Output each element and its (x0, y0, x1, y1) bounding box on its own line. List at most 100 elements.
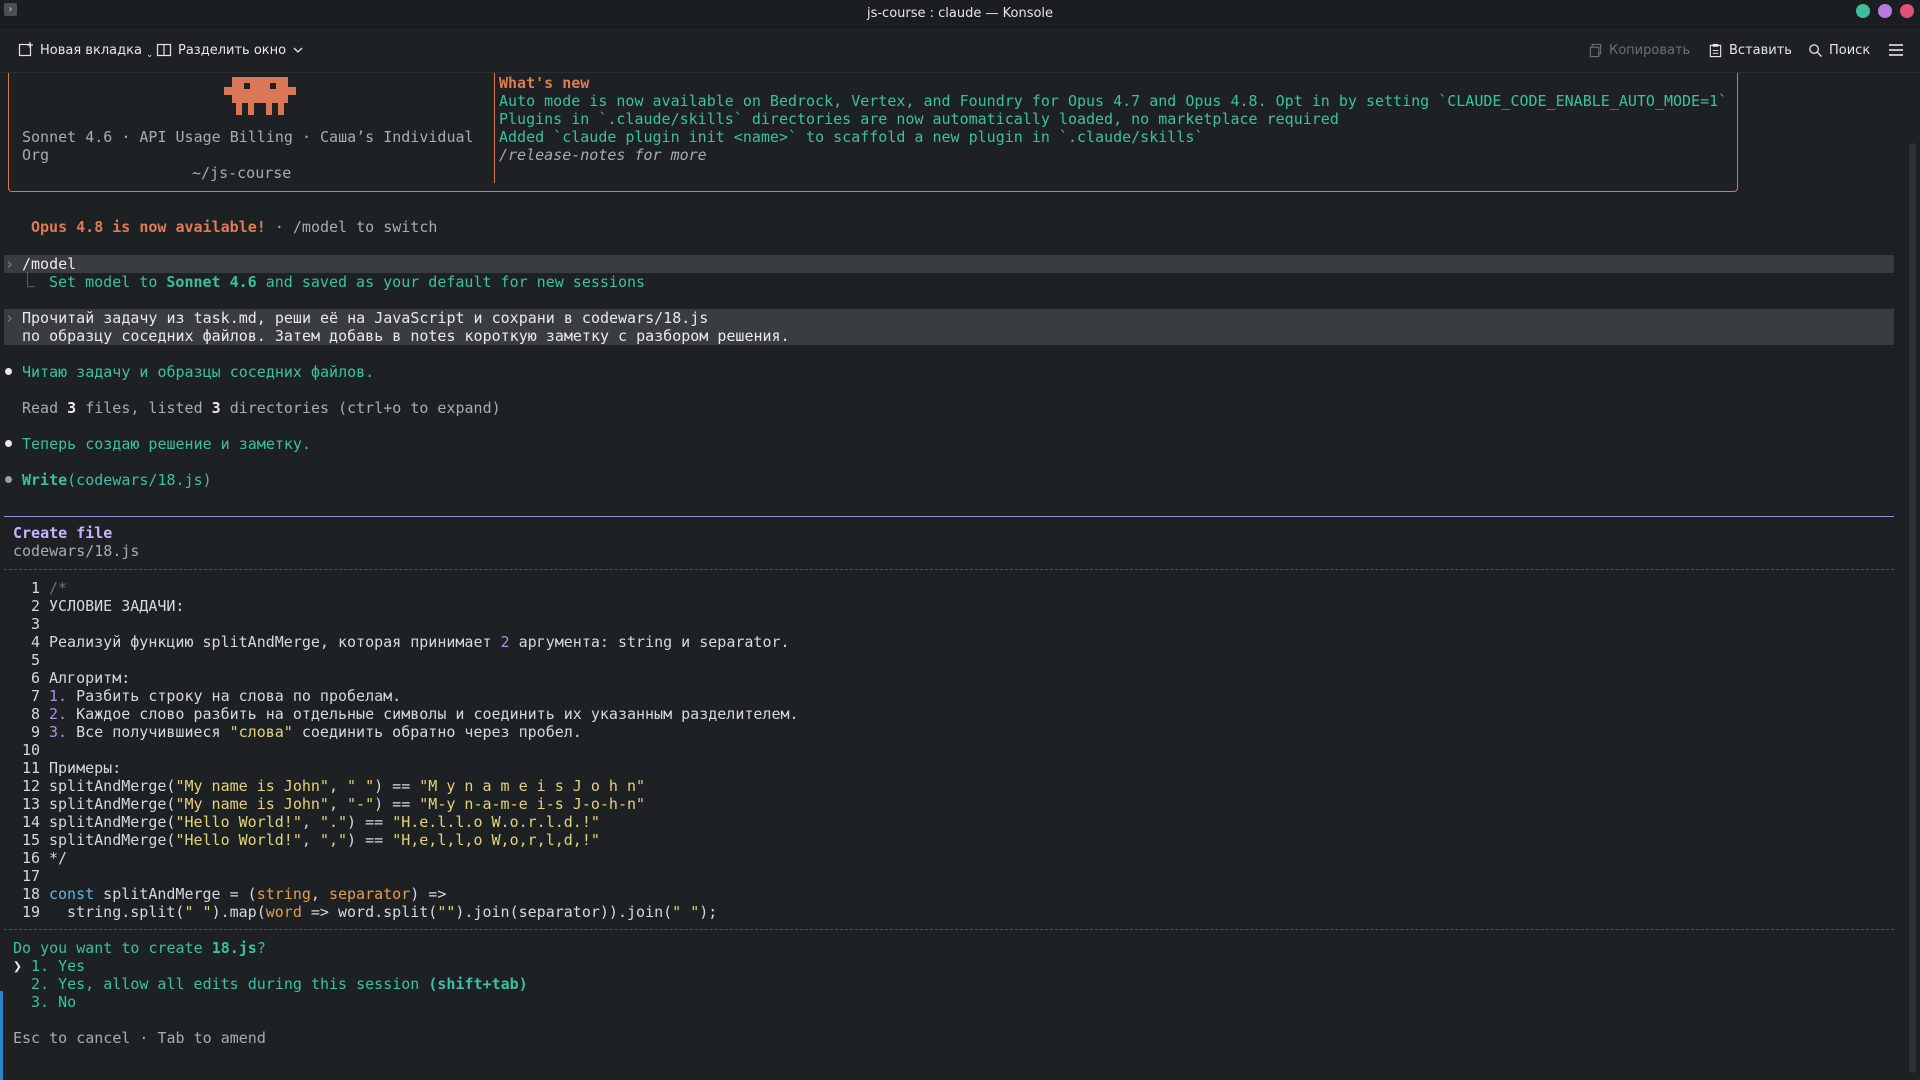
option-yes-allow-all[interactable]: 2. Yes, allow all edits during this sess… (31, 975, 528, 993)
command-highlight (4, 255, 1894, 273)
prompt-chevron-icon: › (5, 255, 15, 273)
code-text: , (310, 885, 329, 903)
tree-branch-icon: ⎿ (20, 271, 36, 289)
release-notes-hint: /release-notes for more (499, 146, 707, 164)
code-text: ).join(separator)).join( (455, 903, 673, 921)
option-label: 2. Yes, allow all edits during this sess… (31, 975, 429, 993)
model-result-prefix: Set model to (49, 273, 167, 291)
search-button[interactable]: Поиск (1808, 28, 1870, 72)
line-number: 8 (30, 705, 40, 723)
scrollbar[interactable] (1906, 73, 1920, 1080)
code-text: аргумента: string и separator. (509, 633, 790, 651)
confirm-question-text: ? (256, 939, 266, 957)
line-number: 12 (21, 777, 40, 795)
window-title: js-course : claude — Konsole (866, 6, 1054, 21)
code-string: " " (672, 903, 700, 921)
code-string: " " (184, 903, 212, 921)
code-number: 1. (49, 687, 68, 705)
paste-button[interactable]: Вставить (1708, 28, 1792, 72)
welcome-divider (494, 73, 495, 183)
code-string: "H.e.l.l.o W.o.r.l.d.!" (392, 813, 600, 831)
option-no[interactable]: 3. No (31, 993, 76, 1011)
code-number: 2 (500, 633, 510, 651)
code-text: ) == (374, 795, 420, 813)
maximize-button[interactable] (1878, 4, 1892, 18)
code-number: 2. (49, 705, 68, 723)
release-note: Added `claude plugin init <name>` to sca… (499, 128, 1204, 146)
option-shortcut: (shift+tab) (428, 975, 528, 993)
code-line: */ (49, 849, 68, 867)
model-result-name: Sonnet 4.6 (166, 273, 257, 291)
new-tab-button[interactable]: Новая вкладка ⌄ (18, 28, 153, 72)
code-line: splitAndMerge("My name is John", " ") ==… (49, 777, 645, 795)
line-number: 1 (30, 579, 40, 597)
scrollbar-thumb[interactable] (1909, 143, 1916, 1073)
code-line: string.split(" ").map(word => word.split… (49, 903, 717, 921)
input-accent-bar (0, 991, 3, 1080)
confirm-question-text: Do you want to create (13, 939, 212, 957)
model-info-line-2: Org (22, 146, 50, 164)
working-directory: ~/js-course (192, 164, 292, 182)
code-text: splitAndMerge( (49, 813, 176, 831)
option-yes[interactable]: 1. Yes (31, 957, 85, 975)
dashed-separator (4, 569, 1894, 570)
tool-bullet-icon (5, 476, 12, 483)
files-count: 3 (67, 399, 77, 417)
code-string: "My name is John" (175, 795, 329, 813)
user-prompt-line: по образцу соседних файлов. Затем добавь… (22, 327, 790, 345)
code-line: 2. Каждое слово разбить на отдельные сим… (49, 705, 799, 723)
code-text: ) == (347, 813, 393, 831)
code-line: Примеры: (49, 759, 122, 777)
code-string: "Hello World!" (175, 813, 302, 831)
code-string: "," (319, 831, 348, 849)
code-string: "M-y n-a-m-e i-s J-o-h-n" (419, 795, 646, 813)
line-number: 9 (30, 723, 40, 741)
minimize-button[interactable] (1856, 4, 1870, 18)
hamburger-menu-button[interactable] (1888, 28, 1904, 72)
line-number: 17 (21, 867, 40, 885)
code-line: const splitAndMerge = (string, separator… (49, 885, 446, 903)
code-text: ) == (374, 777, 420, 795)
prompt-chevron-icon: › (5, 309, 15, 327)
user-prompt-line: Прочитай задачу из task.md, реши её на J… (22, 309, 709, 327)
code-text: splitAndMerge( (49, 777, 176, 795)
status-bullet-icon (5, 368, 12, 375)
release-note: Plugins in `.claude/skills` directories … (499, 110, 1339, 128)
read-summary-text: files, listed (76, 399, 212, 417)
claude-mascot-icon (224, 73, 296, 123)
dirs-count: 3 (211, 399, 221, 417)
code-number: 3. (49, 723, 68, 741)
code-string: " " (347, 777, 375, 795)
toolbar: Новая вкладка ⌄ Разделить окно Копироват… (0, 28, 1920, 73)
new-tab-label: Новая вкладка (40, 42, 142, 58)
hamburger-menu-icon (1888, 42, 1904, 58)
dashed-separator (4, 929, 1894, 930)
selection-cursor-icon: ❯ (13, 957, 23, 975)
code-line: splitAndMerge("My name is John", "-") ==… (49, 795, 645, 813)
copy-icon (1588, 43, 1603, 58)
copy-button[interactable]: Копировать (1588, 28, 1690, 72)
code-line: splitAndMerge("Hello World!", ",") == "H… (49, 831, 600, 849)
new-tab-icon (18, 42, 34, 58)
line-number: 2 (30, 597, 40, 615)
code-line: Реализуй функцию splitAndMerge, которая … (49, 633, 790, 651)
code-text: Все получившиеся (67, 723, 230, 741)
read-summary-text: directories (ctrl+o to expand) (220, 399, 501, 417)
copy-label: Копировать (1609, 42, 1691, 58)
code-text: => word.split( (301, 903, 438, 921)
code-line: /* (49, 579, 68, 597)
whats-new-title: What's new (499, 74, 590, 92)
line-number: 4 (30, 633, 40, 651)
announcement-highlight: Opus 4.8 is now available! (31, 218, 266, 236)
read-summary: Read 3 files, listed 3 directories (ctrl… (22, 399, 501, 417)
code-text: splitAndMerge = ( (94, 885, 257, 903)
title-bar: › js-course : claude — Konsole (0, 0, 1920, 28)
code-string: "." (319, 813, 348, 831)
panel-separator (4, 516, 1894, 517)
terminal-output[interactable]: Sonnet 4.6 · API Usage Billing · Саша’s … (0, 73, 1905, 1080)
close-button[interactable] (1900, 4, 1914, 18)
line-number: 19 (21, 903, 40, 921)
tool-arg: (codewars/18.js) (67, 471, 212, 489)
code-text: splitAndMerge( (49, 795, 176, 813)
split-view-button[interactable]: Разделить окно (156, 28, 304, 72)
